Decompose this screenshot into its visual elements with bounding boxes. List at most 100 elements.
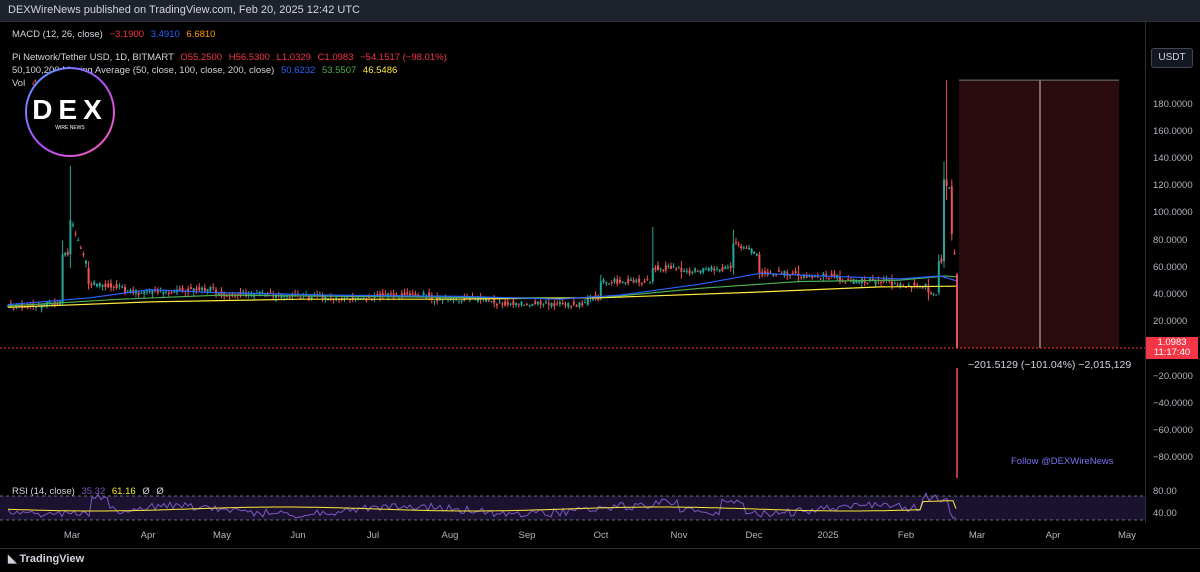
price-chart[interactable] [0, 46, 1145, 478]
candle [85, 260, 87, 264]
candle [745, 247, 748, 249]
time-tick-label: Mar [968, 530, 986, 541]
candle [403, 292, 406, 296]
candle [35, 306, 37, 308]
candle [212, 287, 215, 289]
candle [718, 269, 721, 272]
candle [51, 303, 54, 305]
candle [791, 272, 794, 275]
candle [493, 299, 496, 304]
candle [729, 265, 732, 268]
candle [346, 297, 349, 299]
bar-countdown: 11:17:40 [1153, 347, 1191, 358]
macd-label: MACD (12, 26, close) [12, 29, 103, 40]
candle [948, 187, 951, 189]
candle [777, 270, 780, 272]
price-tick-label: 120.0000 [1153, 180, 1193, 192]
candle [691, 271, 694, 273]
rsi-legend[interactable]: RSI (14, close) 35.32 61.16 Ø Ø [12, 486, 164, 497]
candle [203, 287, 206, 292]
candle [501, 303, 504, 305]
candle [575, 305, 578, 307]
candle [688, 270, 691, 274]
measure-label: −201.5129 (−101.04%) −2,015,129 [968, 359, 1132, 371]
candle [907, 284, 910, 286]
candle [629, 279, 632, 282]
price-tick-label: −60.0000 [1153, 425, 1193, 437]
candle [520, 301, 523, 306]
price-tick-label: 80.0000 [1153, 234, 1188, 246]
macd-signal-value: 3.4910 [150, 29, 180, 40]
candle [750, 248, 753, 254]
candle [694, 268, 697, 272]
rsi-na-2: Ø [156, 486, 164, 497]
time-tick-label: Nov [670, 530, 688, 541]
candle [110, 283, 112, 288]
candle [640, 282, 643, 284]
candle [460, 300, 463, 302]
candle [632, 280, 635, 283]
candle [649, 282, 652, 284]
time-tick-label: Dec [745, 530, 763, 541]
candle [581, 303, 584, 306]
candle [545, 301, 548, 304]
candle [93, 282, 96, 285]
candle [638, 278, 641, 283]
candle [77, 239, 80, 241]
candle [758, 254, 761, 274]
candle [148, 290, 151, 292]
candle [515, 302, 518, 306]
candle [627, 279, 630, 284]
rsi-na-1: Ø [142, 486, 150, 497]
candle [115, 283, 118, 289]
candle [178, 288, 181, 291]
time-tick-label: May [1118, 530, 1136, 541]
candle [495, 304, 498, 306]
candle [624, 282, 627, 284]
candle [844, 282, 847, 284]
candle [578, 302, 581, 307]
candle [112, 286, 115, 288]
candle [195, 288, 198, 291]
candle [880, 281, 883, 283]
candle [414, 293, 417, 296]
candle [953, 252, 956, 254]
candle [584, 302, 587, 304]
candle [618, 279, 621, 283]
candle [165, 291, 168, 293]
candle [162, 291, 165, 294]
rsi-tick-label: 40.00 [1153, 508, 1177, 519]
candle [542, 304, 545, 306]
candle [721, 267, 724, 271]
ma50-line [7, 272, 957, 306]
rsi-value: 35.32 [81, 486, 106, 497]
candle [167, 292, 170, 294]
candle [677, 267, 680, 269]
candle [662, 269, 665, 271]
measure-range-box [959, 80, 1119, 349]
candle [572, 301, 575, 305]
candle [561, 303, 564, 305]
candle [613, 278, 616, 282]
macd-legend[interactable]: MACD (12, 26, close) −3.1900 3.4910 6.68… [12, 29, 215, 40]
candle [457, 300, 460, 302]
time-tick-label: Aug [441, 530, 459, 541]
candle [531, 303, 534, 306]
currency-button[interactable]: USDT [1151, 48, 1193, 68]
rsi-pane[interactable] [0, 482, 1145, 524]
candle [710, 266, 713, 271]
candle [137, 292, 140, 296]
candle [755, 253, 758, 256]
candle [536, 302, 539, 305]
price-tick-label: 180.0000 [1153, 98, 1193, 110]
candle [98, 283, 101, 287]
candle [950, 186, 953, 234]
rsi-band [0, 496, 1145, 520]
candle [206, 289, 209, 292]
candle [107, 283, 110, 288]
candle [72, 224, 74, 226]
publish-info-bar: DEXWireNews published on TradingView.com… [0, 0, 1200, 22]
candle [96, 283, 98, 287]
tradingview-logo[interactable]: ◣ TradingView [8, 552, 84, 565]
candle [498, 301, 501, 303]
